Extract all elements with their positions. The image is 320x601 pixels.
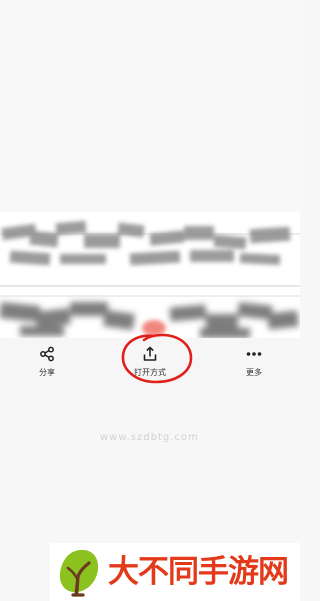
- share-label: 分享: [39, 368, 55, 377]
- export-upload-icon: [143, 346, 157, 361]
- more-label: 更多: [246, 368, 262, 377]
- open-with-button[interactable]: 打开方式: [115, 338, 185, 398]
- more-button[interactable]: 更多: [219, 338, 289, 398]
- brand-banner: 大不同手游网: [50, 543, 300, 601]
- brand-text: 大不同手游网: [108, 554, 289, 590]
- leaf-logo-icon: [59, 549, 99, 597]
- share-button[interactable]: 分享: [12, 338, 82, 398]
- blurred-document-preview: [0, 212, 300, 344]
- share-action-bar: 分享 打开方式 更多: [0, 338, 300, 398]
- site-watermark: www.szdbtg.com: [100, 432, 199, 443]
- blank-preview-area: [0, 0, 300, 212]
- blank-lower-area: [0, 398, 300, 543]
- share-icon: [40, 346, 54, 362]
- open-with-label: 打开方式: [134, 368, 166, 377]
- more-dots-icon: [246, 352, 262, 356]
